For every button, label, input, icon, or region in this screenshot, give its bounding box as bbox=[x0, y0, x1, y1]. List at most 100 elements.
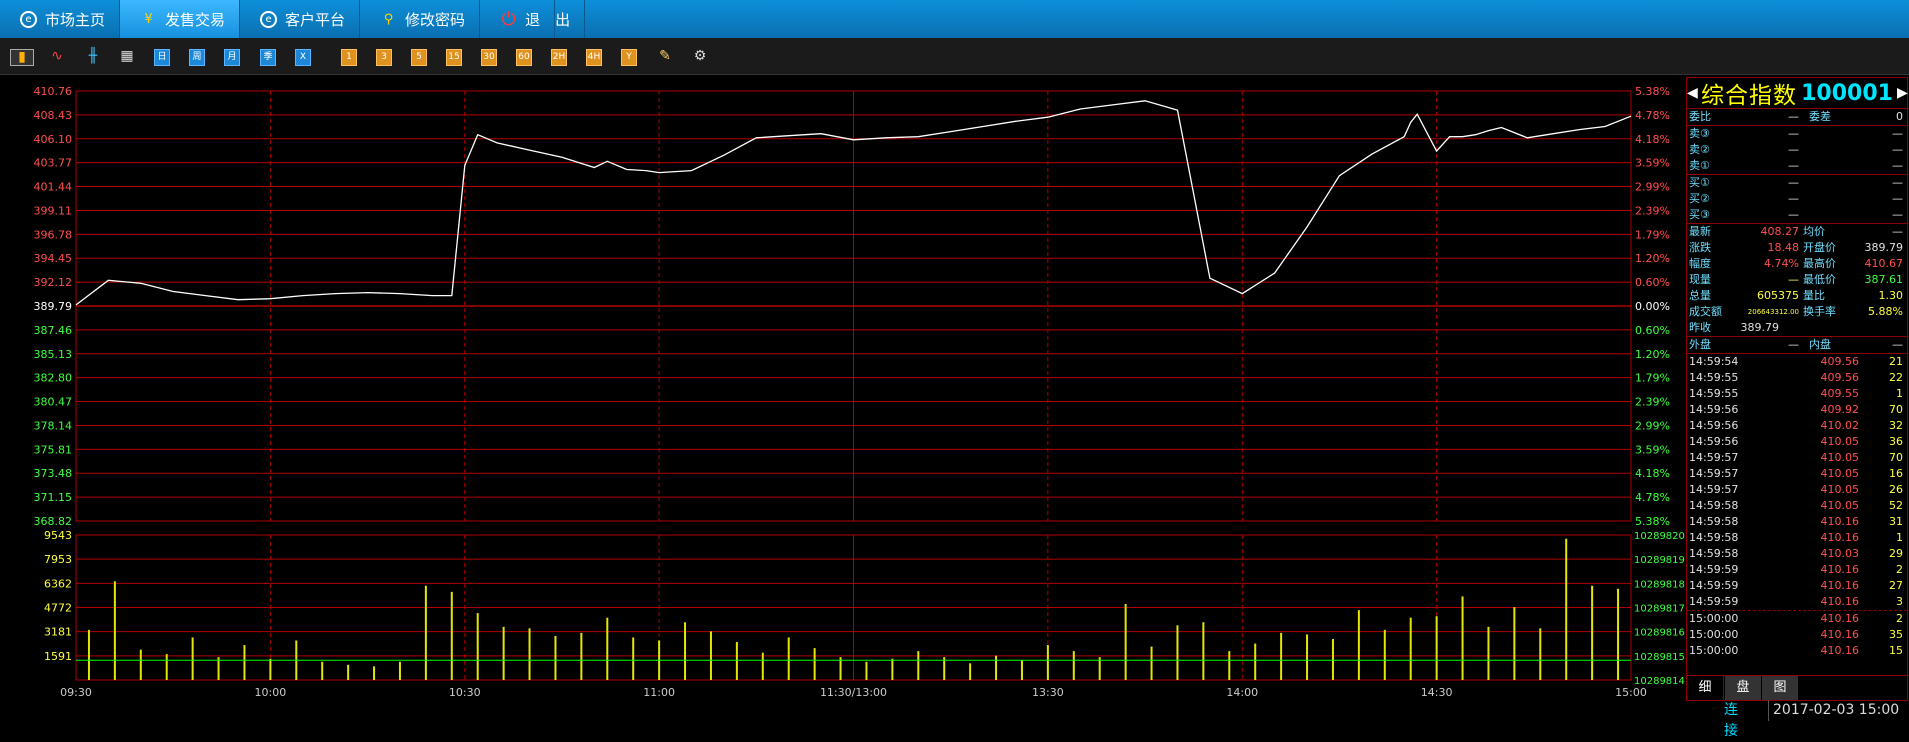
next-arrow-icon[interactable]: ▶ bbox=[1897, 85, 1908, 101]
tick-time: 14:59:57 bbox=[1689, 467, 1739, 480]
price-tick-label: 399.11 bbox=[34, 204, 73, 217]
pencil-icon[interactable]: ✎ bbox=[657, 49, 673, 64]
stat-label: 涨跌 bbox=[1689, 241, 1711, 254]
tick-time: 14:59:57 bbox=[1689, 483, 1739, 496]
tick-row: 14:59:55 409.56 22 bbox=[1687, 370, 1907, 386]
period-button-5[interactable]: 周 bbox=[189, 49, 205, 66]
nav-label: 市场主页 bbox=[45, 10, 106, 29]
order-label: 买① bbox=[1689, 176, 1710, 189]
pct-tick-label: 1.20% bbox=[1635, 252, 1670, 265]
pct-tick-label: 1.20% bbox=[1635, 348, 1670, 361]
prev-arrow-icon[interactable]: ◀ bbox=[1687, 85, 1698, 101]
zuoshou-row: 昨收 389.79 bbox=[1687, 320, 1907, 336]
tick-volume: 35 bbox=[1889, 628, 1903, 641]
panel-tab-1[interactable]: 盘 bbox=[1725, 676, 1761, 700]
tick-time: 14:59:56 bbox=[1689, 435, 1739, 448]
stat-row: 现量 — 最低价 387.61 bbox=[1687, 272, 1907, 288]
price-tick-label: 403.77 bbox=[34, 157, 73, 170]
weibi-value: — bbox=[1788, 110, 1799, 123]
price-tick-label: 385.13 bbox=[34, 348, 73, 361]
stat-row: 涨跌 18.48 开盘价 389.79 bbox=[1687, 240, 1907, 256]
tick-volume: 1 bbox=[1896, 387, 1903, 400]
stat-value: 605375 bbox=[1757, 289, 1799, 302]
period-button-7[interactable]: 季 bbox=[260, 49, 276, 66]
tick-row: 14:59:58 410.16 1 bbox=[1687, 530, 1907, 546]
calendar-icon[interactable]: ▦ bbox=[119, 49, 135, 64]
period-button-10[interactable]: 3 bbox=[376, 49, 392, 66]
tick-volume: 52 bbox=[1889, 499, 1903, 512]
price-tick-label: 382.80 bbox=[34, 372, 73, 385]
tick-time: 14:59:57 bbox=[1689, 451, 1739, 464]
price-tick-label: 406.10 bbox=[34, 133, 73, 146]
tick-volume: 22 bbox=[1889, 371, 1903, 384]
tick-volume: 70 bbox=[1889, 403, 1903, 416]
period-button-14[interactable]: 60 bbox=[516, 49, 532, 66]
time-tick-label: 11:30/13:00 bbox=[820, 686, 887, 699]
panel-tab-2[interactable]: 图 bbox=[1762, 676, 1798, 700]
volume-tick-label: 7953 bbox=[44, 553, 72, 566]
order-price: — bbox=[1788, 127, 1799, 140]
tick-list[interactable]: 14:59:54 409.56 21 14:59:55 409.56 22 14:59:55… bbox=[1687, 353, 1907, 659]
candle-icon[interactable]: ╫ bbox=[83, 49, 103, 64]
nav-item-5[interactable]: 出 bbox=[555, 0, 586, 38]
volume-tick-label: 1591 bbox=[44, 650, 72, 663]
stat-label: 开盘价 bbox=[1803, 241, 1836, 254]
gear-icon[interactable]: ⚙ bbox=[692, 49, 708, 64]
panel-tab-0[interactable]: 细 bbox=[1687, 676, 1724, 700]
index-name: 综合指数 bbox=[1701, 83, 1798, 109]
order-label: 卖① bbox=[1689, 159, 1710, 172]
index-title: ◀ 综合指数 100001 ▶ bbox=[1687, 78, 1908, 109]
order-price: — bbox=[1788, 159, 1799, 172]
tick-time: 15:00:00 bbox=[1689, 628, 1739, 641]
tick-price: 410.16 bbox=[1820, 531, 1860, 544]
period-button-6[interactable]: 月 bbox=[224, 49, 240, 66]
period-button-8[interactable]: X bbox=[295, 49, 311, 66]
chart-toolbar: ▮ ∿ ╫ ▦ 日 周 月 季 X 1 3 5 15 30 60 2H 4H Y ✎ ⚙ bbox=[0, 38, 1909, 75]
tick-price: 410.05 bbox=[1820, 467, 1860, 480]
tick-price: 409.92 bbox=[1820, 403, 1860, 416]
top-nav: e 市场主页 ¥ 发售交易 e 客户平台 ⚲ 修改密码 ⏻ 退出 bbox=[0, 0, 1909, 38]
tick-row: 14:59:56 410.02 32 bbox=[1687, 418, 1907, 434]
intraday-chart: 410.76 5.38% 408.43 4.78% 406.10 4.18% 403.77 3… bbox=[34, 85, 1685, 699]
pct-tick-label: 4.78% bbox=[1635, 109, 1670, 122]
stat-value: 18.48 bbox=[1767, 241, 1800, 254]
period-button-11[interactable]: 5 bbox=[411, 49, 427, 66]
tick-price: 410.05 bbox=[1820, 483, 1860, 496]
pct-tick-label: 2.99% bbox=[1635, 419, 1670, 432]
nav-item-1[interactable]: ¥ 发售交易 bbox=[120, 0, 241, 38]
bar-chart-icon[interactable]: ▮ bbox=[10, 49, 34, 66]
pct-tick-label: 2.99% bbox=[1635, 181, 1670, 194]
period-button-4[interactable]: 日 bbox=[154, 49, 170, 66]
period-button-12[interactable]: 15 bbox=[446, 49, 462, 66]
time-tick-label: 10:30 bbox=[449, 686, 481, 699]
waipan-row: 外盘 — 内盘 — bbox=[1687, 336, 1907, 353]
order-volume: — bbox=[1892, 208, 1903, 221]
tick-row: 14:59:59 410.16 2 bbox=[1687, 562, 1907, 578]
period-button-17[interactable]: Y bbox=[621, 49, 637, 66]
nav-item-4[interactable]: ⏻ 退 bbox=[480, 0, 556, 38]
tick-row: 14:59:58 410.05 52 bbox=[1687, 498, 1907, 514]
time-tick-label: 10:00 bbox=[255, 686, 287, 699]
line-chart-icon[interactable]: ∿ bbox=[47, 49, 67, 64]
price-tick-label: 410.76 bbox=[34, 85, 73, 98]
time-tick-label: 14:30 bbox=[1421, 686, 1453, 699]
stat-row: 总量 605375 量比 1.30 bbox=[1687, 288, 1907, 304]
period-button-13[interactable]: 30 bbox=[481, 49, 497, 66]
nav-item-3[interactable]: ⚲ 修改密码 bbox=[360, 0, 481, 38]
zuoshou-value: 389.79 bbox=[1740, 321, 1780, 334]
tick-price: 409.56 bbox=[1820, 371, 1860, 384]
volume-right-tick-label: 10289817 bbox=[1634, 604, 1685, 615]
stat-label: 量比 bbox=[1803, 289, 1825, 302]
tick-volume: 31 bbox=[1889, 515, 1903, 528]
nav-item-2[interactable]: e 客户平台 bbox=[240, 0, 361, 38]
period-button-9[interactable]: 1 bbox=[341, 49, 357, 66]
price-tick-label: 401.44 bbox=[34, 181, 73, 194]
price-tick-label: 392.12 bbox=[34, 276, 73, 289]
tick-volume: 32 bbox=[1889, 419, 1903, 432]
nav-item-0[interactable]: e 市场主页 bbox=[0, 0, 121, 38]
period-button-15[interactable]: 2H bbox=[551, 49, 567, 66]
tick-time: 15:00:00 bbox=[1689, 612, 1739, 625]
datetime: 2017-02-03 15:00 bbox=[1768, 700, 1909, 721]
pct-tick-label: 0.00% bbox=[1635, 300, 1670, 313]
period-button-16[interactable]: 4H bbox=[586, 49, 602, 66]
